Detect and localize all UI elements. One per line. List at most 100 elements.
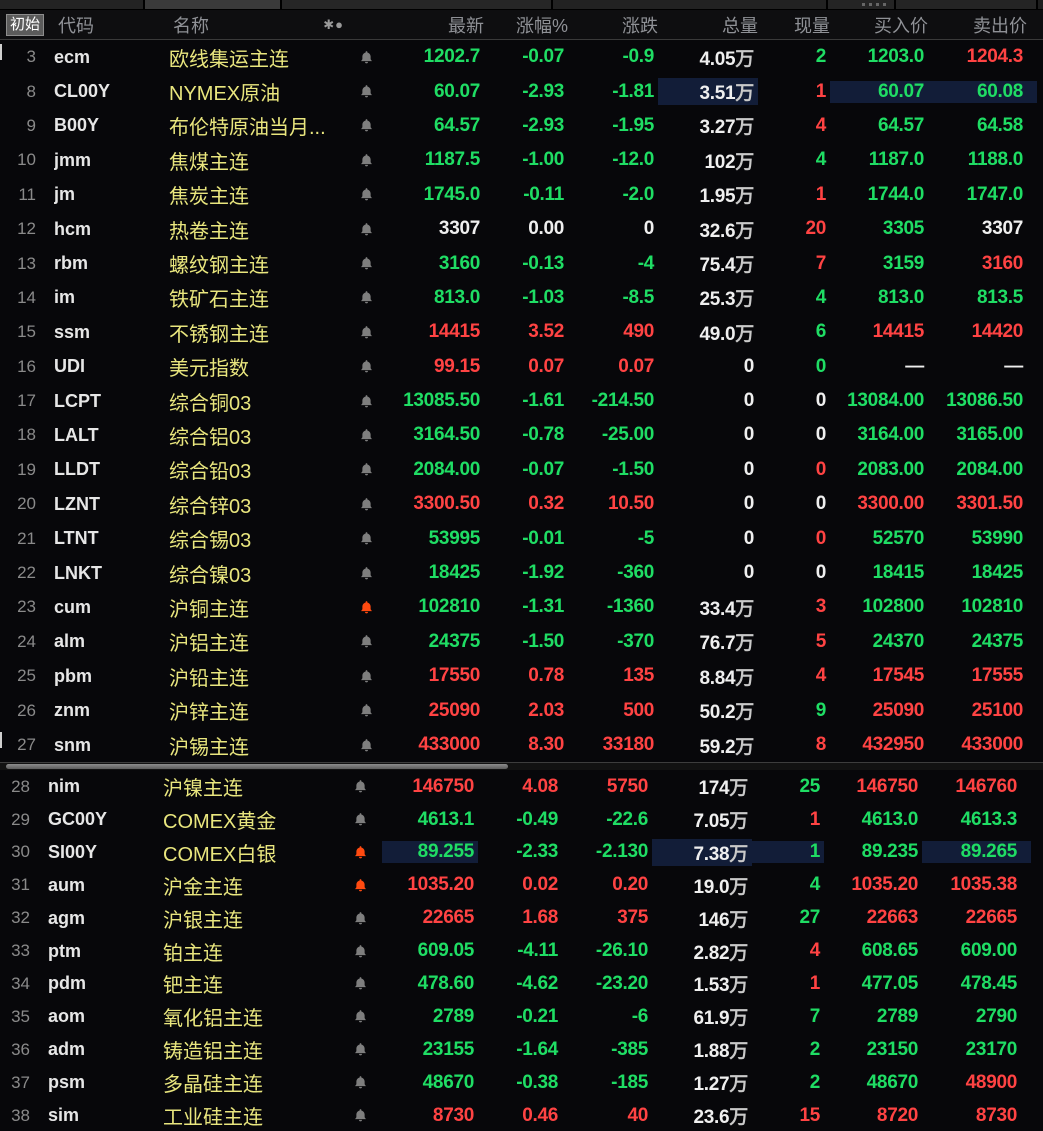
alert-bell-icon[interactable]	[359, 187, 374, 202]
volume-cell: 146万	[698, 909, 748, 931]
quote-row[interactable]: 22 LNKT 综合镍03 18425 -1.92 -360 0 0 18415 18425	[0, 556, 1043, 590]
alert-bell-icon[interactable]	[353, 944, 368, 959]
quote-row[interactable]: 15 ssm 不锈钢主连 14415 3.52 490 49.0万 6 14415 14420	[0, 315, 1043, 349]
alert-bell-icon[interactable]	[359, 531, 374, 546]
quote-row[interactable]: 17 LCPT 综合铜03 13085.50 -1.61 -214.50 0 0 13084.0…	[0, 384, 1043, 418]
header-name[interactable]: 名称 ✱●	[173, 12, 348, 38]
alert-bell-icon[interactable]	[359, 290, 374, 305]
quote-row[interactable]: 30 SI00Y COMEX白银 89.255 -2.33 -2.130 7.38万 1 89.…	[0, 836, 1037, 869]
quote-row[interactable]: 12 hcm 热卷主连 3307 0.00 0 32.6万 20 3305 3307	[0, 212, 1043, 246]
quote-row[interactable]: 29 GC00Y COMEX黄金 4613.1 -0.49 -22.6 7.05万 1 4613…	[0, 803, 1037, 836]
change-cell: -26.10	[595, 940, 648, 962]
alert-bell-icon[interactable]	[359, 566, 374, 581]
alert-cell	[344, 256, 388, 271]
quote-row[interactable]: 3 ecm 欧线集运主连 1202.7 -0.07 -0.9 4.05万 2 1203.0 120…	[0, 40, 1043, 74]
alert-bell-icon[interactable]	[359, 600, 374, 615]
quote-row[interactable]: 33 ptm 铂主连 609.05 -4.11 -26.10 2.82万 4 608.65 609…	[0, 935, 1037, 968]
clipped-text-fragment	[862, 3, 888, 6]
quote-row[interactable]: 35 aom 氧化铝主连 2789 -0.21 -6 61.9万 7 2789 2790	[0, 1000, 1037, 1033]
alert-bell-icon[interactable]	[359, 634, 374, 649]
alert-cell	[344, 428, 388, 443]
header-initial-button[interactable]: 初始	[6, 13, 45, 36]
quote-row[interactable]: 38 sim 工业硅主连 8730 0.46 40 23.6万 15 8720 8730	[0, 1099, 1037, 1131]
quote-row[interactable]: 21 LTNT 综合锡03 53995 -0.01 -5 0 0 52570 53990	[0, 521, 1043, 555]
alert-bell-icon[interactable]	[359, 84, 374, 99]
header-bid-price[interactable]: 买入价	[834, 12, 932, 38]
contract-code: pbm	[54, 665, 92, 686]
quote-row[interactable]: 18 LALT 综合铝03 3164.50 -0.78 -25.00 0 0 3164.00 31…	[0, 418, 1043, 452]
contract-code: agm	[48, 907, 86, 928]
bid-price-cell: 4613.0	[861, 808, 919, 830]
alert-bell-icon[interactable]	[359, 669, 374, 684]
volume-cell: 0	[743, 424, 755, 446]
alert-cell	[344, 187, 388, 202]
quote-row[interactable]: 37 psm 多晶硅主连 48670 -0.38 -185 1.27万 2 48670 48900	[0, 1066, 1037, 1099]
header-change-percent[interactable]: 涨幅%	[488, 12, 572, 38]
change-percent-cell: 0.46	[522, 1104, 558, 1126]
alert-bell-icon[interactable]	[353, 976, 368, 991]
alert-bell-icon[interactable]	[353, 812, 368, 827]
alert-bell-icon[interactable]	[353, 878, 368, 893]
alert-bell-icon[interactable]	[353, 1009, 368, 1024]
header-current-volume[interactable]: 现量	[762, 12, 834, 38]
alert-bell-icon[interactable]	[359, 703, 374, 718]
change-cell: -4	[637, 252, 655, 274]
quote-row[interactable]: 28 nim 沪镍主连 146750 4.08 5750 174万 25 146750 14676…	[0, 770, 1037, 803]
header-code[interactable]: 代码	[58, 12, 138, 38]
header-total-volume[interactable]: 总量	[662, 12, 762, 38]
quote-row[interactable]: 11 jm 焦炭主连 1745.0 -0.11 -2.0 1.95万 1 1744.0 1747.…	[0, 178, 1043, 212]
header-ask-price[interactable]: 卖出价	[932, 12, 1041, 38]
alert-bell-icon[interactable]	[359, 50, 374, 65]
quote-row[interactable]: 24 alm 沪铝主连 24375 -1.50 -370 76.7万 5 24370 24375	[0, 625, 1043, 659]
quote-row[interactable]: 36 adm 铸造铝主连 23155 -1.64 -385 1.88万 2 23150 23170	[0, 1033, 1037, 1066]
quote-row[interactable]: 26 znm 沪锌主连 25090 2.03 500 50.2万 9 25090 25100	[0, 693, 1043, 727]
alert-bell-icon[interactable]	[353, 1075, 368, 1090]
pane-splitter[interactable]	[0, 762, 1043, 771]
quote-row[interactable]: 34 pdm 钯主连 478.60 -4.62 -23.20 1.53万 1 477.05 478…	[0, 968, 1037, 1001]
quote-row[interactable]: 10 jmm 焦煤主连 1187.5 -1.00 -12.0 102万 4 1187.0 1188…	[0, 143, 1043, 177]
volume-cell: 3.51万	[658, 78, 758, 106]
last-price-cell: 1035.20	[407, 874, 474, 896]
alert-bell-icon[interactable]	[353, 1108, 368, 1123]
change-percent-cell: -0.13	[522, 252, 564, 274]
quote-row[interactable]: 31 aum 沪金主连 1035.20 0.02 0.20 19.0万 4 1035.20 103…	[0, 869, 1037, 902]
quote-row[interactable]: 32 agm 沪银主连 22665 1.68 375 146万 27 22663 22665	[0, 902, 1037, 935]
quote-row[interactable]: 27 snm 沪锡主连 433000 8.30 33180 59.2万 8 432950 4330…	[0, 728, 1043, 762]
splitter-scrollbar-thumb[interactable]	[6, 764, 508, 770]
alert-bell-icon[interactable]	[359, 256, 374, 271]
bid-price-cell: 24370	[872, 630, 925, 652]
alert-bell-icon[interactable]	[359, 738, 374, 753]
change-cell: 0	[643, 218, 655, 240]
row-number: 9	[26, 115, 36, 135]
alert-bell-icon[interactable]	[359, 428, 374, 443]
alert-bell-icon[interactable]	[353, 1042, 368, 1057]
quote-row[interactable]: 9 B00Y 布伦特原油当月... 64.57 -2.93 -1.95 3.27万 4 64.5…	[0, 109, 1043, 143]
alert-bell-icon[interactable]	[353, 779, 368, 794]
quote-row[interactable]: 16 UDI 美元指数 99.15 0.07 0.07 0 0 — —	[0, 350, 1043, 384]
quote-row[interactable]: 23 cum 沪铜主连 102810 -1.31 -1360 33.4万 3 102800 102…	[0, 590, 1043, 624]
last-price-cell: 24375	[428, 630, 481, 652]
alert-bell-icon[interactable]	[359, 462, 374, 477]
alert-bell-icon[interactable]	[359, 153, 374, 168]
current-volume-cell: 0	[815, 424, 827, 446]
alert-bell-icon[interactable]	[353, 911, 368, 926]
quote-row[interactable]: 19 LLDT 综合铅03 2084.00 -0.07 -1.50 0 0 2083.00 208…	[0, 453, 1043, 487]
last-price-cell: 478.60	[417, 972, 475, 994]
header-last-price[interactable]: 最新	[392, 12, 488, 38]
quote-row[interactable]: 13 rbm 螺纹钢主连 3160 -0.13 -4 75.4万 7 3159 3160	[0, 246, 1043, 280]
quote-row[interactable]: 8 CL00Y NYMEX原油 60.07 -2.93 -1.81 3.51万 1 60.07 6…	[0, 74, 1043, 108]
alert-bell-icon[interactable]	[359, 325, 374, 340]
alert-bell-icon[interactable]	[359, 118, 374, 133]
row-number: 30	[11, 842, 30, 862]
quote-row[interactable]: 14 im 铁矿石主连 813.0 -1.03 -8.5 25.3万 4 813.0 813.5	[0, 281, 1043, 315]
alert-bell-icon[interactable]	[359, 497, 374, 512]
alert-bell-icon[interactable]	[359, 222, 374, 237]
quote-row[interactable]: 20 LZNT 综合锌03 3300.50 0.32 10.50 0 0 3300.00 3301…	[0, 487, 1043, 521]
alert-bell-icon[interactable]	[359, 394, 374, 409]
alert-bell-icon[interactable]	[353, 845, 368, 860]
quote-row[interactable]: 25 pbm 沪铅主连 17550 0.78 135 8.84万 4 17545 17555	[0, 659, 1043, 693]
header-change[interactable]: 涨跌	[572, 12, 662, 38]
current-volume-cell: 1	[815, 80, 827, 102]
alert-bell-icon[interactable]	[359, 359, 374, 374]
row-number: 19	[17, 459, 36, 479]
